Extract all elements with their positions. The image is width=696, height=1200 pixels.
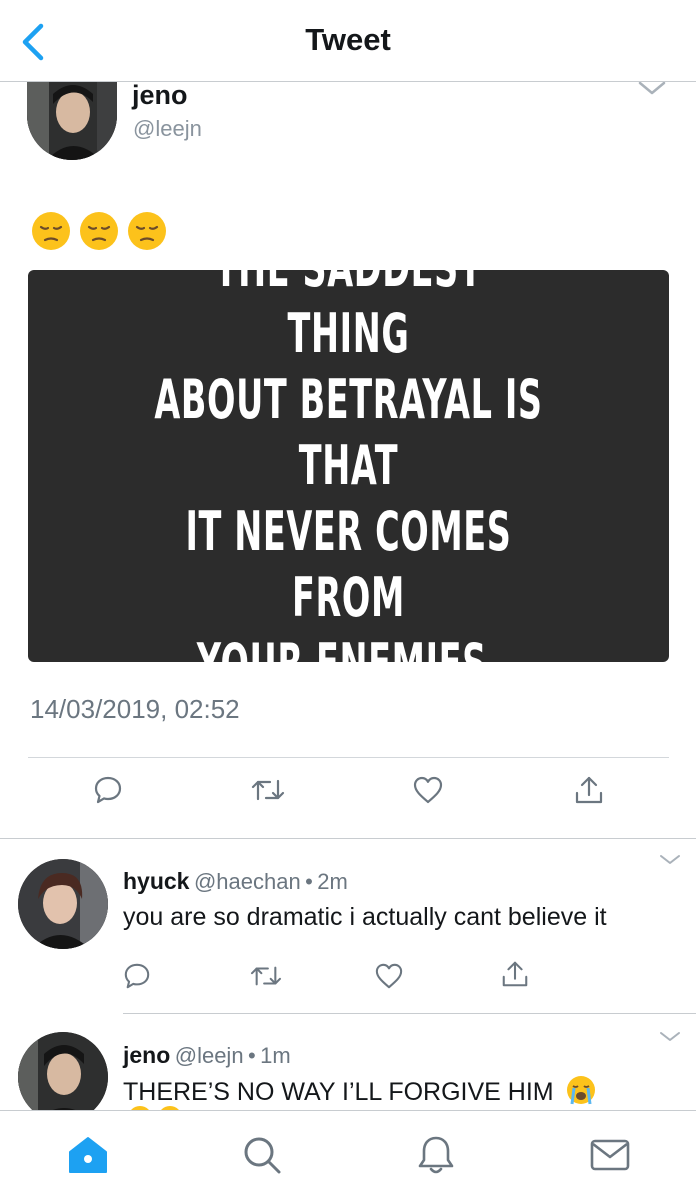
pensive-face-icon <box>32 212 70 250</box>
tweet-emojis <box>30 210 168 252</box>
tweet-options-button[interactable] <box>636 82 668 103</box>
tab-bar <box>0 1110 696 1200</box>
like-icon <box>375 963 403 989</box>
chevron-down-icon <box>660 855 680 864</box>
tab-messages[interactable] <box>588 1133 632 1177</box>
share-button[interactable] <box>571 772 607 808</box>
reply-author-name[interactable]: jeno <box>123 1042 170 1068</box>
reply-author-handle[interactable]: @leejn <box>175 1043 244 1068</box>
pensive-face-icon <box>80 212 118 250</box>
loudly-crying-face-icon <box>566 1076 595 1105</box>
tab-home[interactable] <box>66 1133 110 1177</box>
home-icon <box>69 1137 107 1173</box>
retweet-button[interactable] <box>248 958 284 994</box>
reply-options-button[interactable] <box>658 1030 682 1049</box>
search-icon <box>244 1137 281 1174</box>
reply-text: you are so dramatic i actually cant beli… <box>123 903 607 931</box>
author-handle[interactable]: @leejn <box>133 116 202 142</box>
avatar[interactable] <box>18 1032 108 1110</box>
reply-button[interactable] <box>119 958 155 994</box>
reply-icon <box>94 776 122 804</box>
tab-notifications[interactable] <box>414 1133 458 1177</box>
divider <box>28 757 669 758</box>
reply-options-button[interactable] <box>658 853 682 872</box>
reply-header: hyuck @haechan • 2m <box>123 868 348 895</box>
author-name[interactable]: jeno <box>132 82 188 111</box>
reply-time: 1m <box>260 1043 291 1068</box>
reply-author-handle[interactable]: @haechan <box>194 869 301 894</box>
tweet-image[interactable]: THE SADDEST THING ABOUT BETRAYAL IS THAT… <box>28 236 669 695</box>
reply-text: THERE’S NO WAY I’LL FORGIVE HIM <box>123 1074 597 1107</box>
tab-search[interactable] <box>240 1133 284 1177</box>
messages-icon <box>590 1139 630 1171</box>
notifications-icon <box>418 1136 454 1174</box>
tweet-actions <box>0 772 696 822</box>
retweet-icon <box>251 779 285 801</box>
reply-author-name[interactable]: hyuck <box>123 868 189 894</box>
retweet-button[interactable] <box>250 772 286 808</box>
chevron-down-icon <box>660 1032 680 1041</box>
share-button[interactable] <box>497 956 533 992</box>
reply-time: 2m <box>317 869 348 894</box>
main-tweet: jeno @leejn THE SADDEST THING ABOUT BETR… <box>0 82 696 840</box>
reply-icon <box>124 963 150 989</box>
avatar[interactable] <box>27 82 117 160</box>
reply-tweet[interactable]: jeno @leejn • 1m THERE’S NO WAY I’LL FOR… <box>0 1014 696 1110</box>
meta-separator: • <box>305 869 313 894</box>
like-button[interactable] <box>410 772 446 808</box>
tweet-timestamp: 14/03/2019, 02:52 <box>30 694 240 724</box>
share-icon <box>575 776 603 804</box>
tweet-image-text: THE SADDEST THING ABOUT BETRAYAL IS THAT… <box>154 236 543 695</box>
reply-tweet[interactable]: hyuck @haechan • 2m you are so dramatic … <box>0 839 696 1013</box>
chevron-down-icon <box>638 82 666 95</box>
reply-header: jeno @leejn • 1m <box>123 1042 291 1069</box>
share-icon <box>502 961 528 987</box>
retweet-icon <box>250 966 282 986</box>
avatar[interactable] <box>18 859 108 949</box>
top-nav-bar: Tweet <box>0 0 696 82</box>
like-button[interactable] <box>371 958 407 994</box>
reply-button[interactable] <box>90 772 126 808</box>
page-title: Tweet <box>305 22 391 57</box>
meta-separator: • <box>248 1043 256 1068</box>
like-icon <box>413 776 443 804</box>
